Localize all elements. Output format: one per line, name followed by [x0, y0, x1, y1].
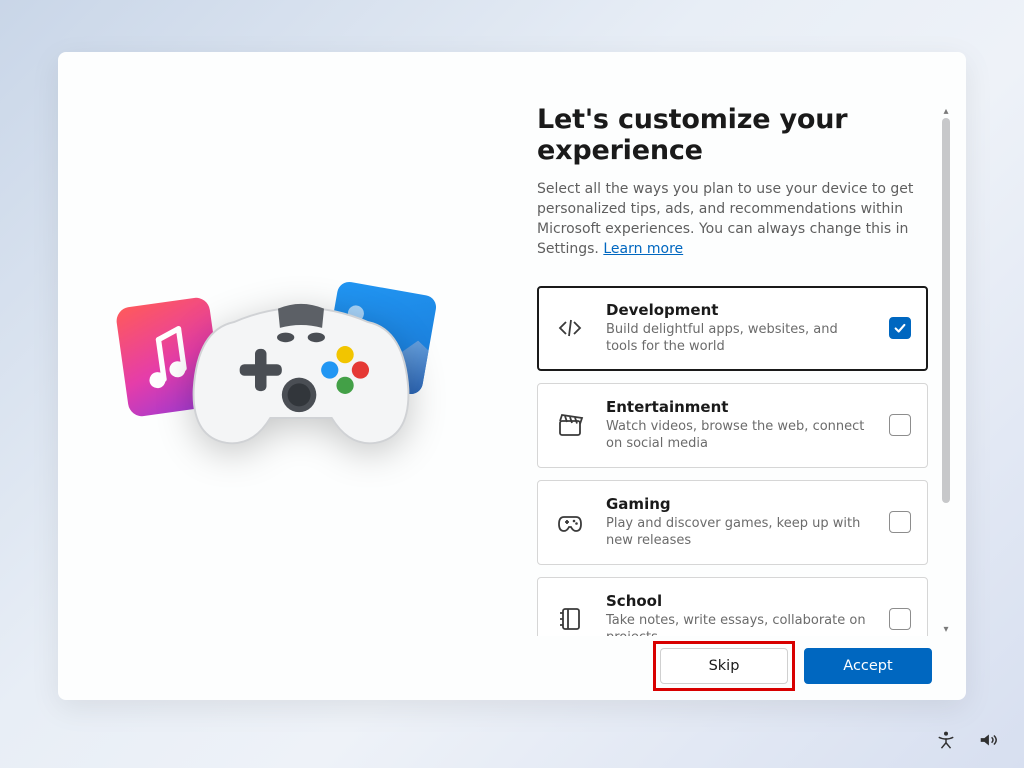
skip-button[interactable]: Skip [660, 648, 788, 684]
option-checkbox[interactable] [889, 608, 911, 630]
page-description: Select all the ways you plan to use your… [537, 180, 928, 260]
option-gaming[interactable]: Gaming Play and discover games, keep up … [537, 480, 928, 565]
oobe-dialog: Let's customize your experience Select a… [58, 52, 966, 700]
option-title: Gaming [606, 495, 871, 513]
option-checkbox[interactable] [889, 511, 911, 533]
clapperboard-icon [552, 411, 588, 439]
page-title: Let's customize your experience [537, 104, 928, 166]
option-text: Entertainment Watch videos, browse the w… [606, 398, 871, 453]
content-pane: Let's customize your experience Select a… [513, 52, 966, 700]
scroll-track[interactable] [942, 118, 950, 622]
option-text: Gaming Play and discover games, keep up … [606, 495, 871, 550]
notebook-icon [552, 605, 588, 633]
dialog-footer: Skip Accept [537, 636, 956, 684]
scroll-down-button[interactable]: ▾ [939, 622, 953, 636]
option-subtitle: Take notes, write essays, collaborate on… [606, 612, 866, 636]
scroll-up-button[interactable]: ▴ [939, 104, 953, 118]
option-subtitle: Watch videos, browse the web, connect on… [606, 418, 866, 453]
game-controller-icon [186, 270, 416, 470]
gamepad-icon [552, 508, 588, 536]
scroll-region[interactable]: Let's customize your experience Select a… [537, 104, 956, 636]
usage-options-list: Development Build delightful apps, websi… [537, 286, 928, 637]
scroll-thumb[interactable] [942, 118, 950, 503]
option-development[interactable]: Development Build delightful apps, websi… [537, 286, 928, 371]
option-text: School Take notes, write essays, collabo… [606, 592, 871, 636]
system-tray [936, 730, 998, 750]
description-text: Select all the ways you plan to use your… [537, 181, 913, 257]
option-checkbox[interactable] [889, 414, 911, 436]
option-subtitle: Build delightful apps, websites, and too… [606, 321, 866, 356]
code-icon [552, 314, 588, 342]
learn-more-link[interactable]: Learn more [603, 241, 683, 257]
option-subtitle: Play and discover games, keep up with ne… [606, 515, 866, 550]
option-title: Entertainment [606, 398, 871, 416]
option-entertainment[interactable]: Entertainment Watch videos, browse the w… [537, 383, 928, 468]
option-title: School [606, 592, 871, 610]
illustration-pane [58, 52, 513, 700]
usage-illustration [126, 276, 446, 476]
accessibility-icon[interactable] [936, 730, 956, 750]
option-text: Development Build delightful apps, websi… [606, 301, 871, 356]
volume-icon[interactable] [978, 730, 998, 750]
option-school[interactable]: School Take notes, write essays, collabo… [537, 577, 928, 636]
scrollbar[interactable]: ▴ ▾ [938, 104, 954, 636]
option-checkbox[interactable] [889, 317, 911, 339]
accept-button[interactable]: Accept [804, 648, 932, 684]
option-title: Development [606, 301, 871, 319]
